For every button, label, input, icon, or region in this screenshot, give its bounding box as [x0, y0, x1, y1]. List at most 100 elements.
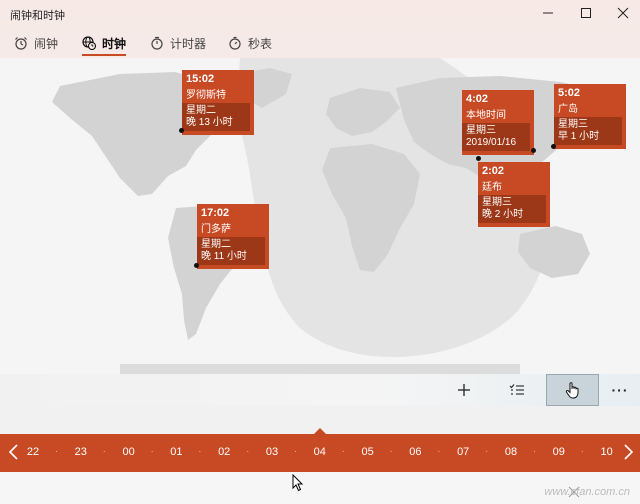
timeline-separator: ·	[294, 446, 297, 456]
timeline-hour[interactable]: 22	[21, 446, 45, 458]
clock-time: 15:02	[186, 73, 215, 85]
select-button[interactable]	[497, 374, 537, 406]
command-bar: ···	[0, 374, 640, 406]
close-icon	[617, 7, 629, 19]
location-dot	[551, 144, 556, 149]
clock-city: 廷布	[482, 182, 502, 193]
clock-day: 星期三	[558, 119, 588, 130]
timeline-hour[interactable]: 05	[356, 446, 380, 458]
window-title: 闹钟和时钟	[10, 10, 65, 22]
clock-time: 17:02	[201, 207, 230, 219]
chevron-left-icon[interactable]	[6, 442, 22, 462]
clock-city: 本地时间	[466, 110, 506, 121]
watermark: www.cfan.com.cn	[544, 486, 630, 498]
timeline-separator: ·	[55, 446, 58, 456]
clock-offset: 晚 11 小时	[201, 251, 247, 262]
clock-detail: 星期三 2019/01/16	[462, 123, 530, 151]
timeline-separator: ·	[389, 446, 393, 456]
clock-city: 罗彻斯特	[186, 90, 226, 101]
timeline-hour[interactable]: 06	[403, 446, 427, 458]
clock-day: 星期三	[482, 197, 512, 208]
plus-icon	[458, 384, 470, 396]
clock-detail: 星期三 晚 2 小时	[478, 195, 546, 223]
timeline-hour[interactable]: 08	[499, 446, 523, 458]
clock-city: 广岛	[558, 104, 578, 115]
timer-icon	[151, 36, 163, 50]
clock-offset: 晚 2 小时	[482, 209, 524, 220]
alarm-clock-icon	[15, 37, 27, 50]
clock-detail: 星期二 晚 13 小时	[182, 103, 250, 131]
mouse-cursor-icon	[292, 474, 304, 492]
tab-world-clock-label: 时钟	[102, 36, 127, 51]
minimize-button[interactable]	[528, 0, 568, 26]
clock-offset: 2019/01/16	[466, 137, 517, 148]
clock-offset: 早 1 小时	[558, 131, 600, 142]
minimize-icon	[543, 12, 553, 14]
tab-timer-label: 计时器	[170, 36, 207, 51]
timeline-separator: ·	[485, 446, 489, 456]
more-button[interactable]: ···	[600, 374, 640, 406]
tab-bar: 闹钟 时钟 计时器 秒表	[0, 28, 640, 58]
stopwatch-icon	[229, 36, 241, 50]
antarctica	[120, 364, 520, 374]
clock-day: 星期二	[186, 105, 216, 116]
tab-alarm[interactable]: 闹钟	[14, 28, 58, 58]
timeline-separator: ·	[102, 446, 106, 456]
location-dot	[476, 156, 481, 161]
app-window: 闹钟和时钟 闹钟 时钟 计时器 秒表 15:02 罗彻斯特 星期二 晚 13 小…	[0, 0, 640, 504]
timeline-hour[interactable]: 00	[117, 446, 141, 458]
timeline-hour[interactable]: 01	[164, 446, 188, 458]
timeline-hour[interactable]: 10	[595, 446, 619, 458]
clock-detail: 星期二 晚 11 小时	[197, 237, 265, 265]
clock-day: 星期二	[201, 239, 231, 250]
select-list-icon	[509, 384, 524, 395]
clock-card[interactable]: 4:02 本地时间 星期三 2019/01/16	[462, 90, 534, 155]
location-dot	[531, 148, 536, 153]
bottom-area: www.cfan.com.cn	[0, 472, 640, 504]
timeline-separator: ·	[198, 446, 202, 456]
more-icon: ···	[611, 382, 629, 398]
current-time-marker	[314, 428, 326, 434]
timeline-separator: ·	[341, 446, 345, 456]
clock-time: 2:02	[482, 165, 505, 177]
world-map[interactable]: 15:02 罗彻斯特 星期二 晚 13 小时 17:02 门多萨 星期二 晚 1…	[0, 58, 640, 374]
clock-detail: 星期三 早 1 小时	[554, 117, 622, 145]
tab-stopwatch-label: 秒表	[248, 36, 273, 51]
clock-day: 星期三	[466, 125, 496, 136]
active-tab-indicator	[82, 54, 127, 56]
tab-stopwatch[interactable]: 秒表	[228, 28, 272, 58]
clock-card[interactable]: 2:02 廷布 星期三 晚 2 小时	[478, 162, 550, 227]
clock-offset: 晚 13 小时	[186, 117, 233, 128]
compare-button[interactable]	[546, 374, 599, 406]
timeline-separator: ·	[437, 446, 441, 456]
timeline-separator: ·	[533, 446, 536, 456]
tab-timer[interactable]: 计时器	[150, 28, 206, 58]
globe-clock-icon	[82, 36, 96, 50]
clock-time: 5:02	[558, 87, 581, 99]
timeline-separator: ·	[150, 446, 154, 456]
add-city-button[interactable]	[444, 374, 484, 406]
location-dot	[194, 263, 199, 268]
chevron-right-icon[interactable]	[620, 442, 636, 462]
clock-city: 门多萨	[201, 224, 231, 235]
timeline-hour[interactable]: 04	[308, 446, 332, 458]
timeline-hour[interactable]: 23	[69, 446, 93, 458]
timeline-hour[interactable]: 02	[212, 446, 236, 458]
maximize-icon	[581, 8, 591, 18]
location-dot	[179, 128, 184, 133]
tab-world-clock[interactable]: 时钟	[82, 28, 127, 58]
clock-card[interactable]: 15:02 罗彻斯特 星期二 晚 13 小时	[182, 70, 254, 135]
timeline-separator: ·	[246, 446, 250, 456]
maximize-button[interactable]	[566, 0, 606, 26]
timeline-hour[interactable]: 09	[547, 446, 571, 458]
hand-pointer-icon	[565, 382, 578, 399]
close-button[interactable]	[603, 0, 640, 26]
time-scrubber[interactable]: 22 · 23 · 00 · 01 · 02 · 03 · 04 · 05 · 06 · 07 · 08 · 09 · 10	[0, 428, 640, 472]
title-bar: 闹钟和时钟	[0, 0, 640, 26]
tab-alarm-label: 闹钟	[34, 36, 59, 51]
clock-card[interactable]: 17:02 门多萨 星期二 晚 11 小时	[197, 204, 269, 269]
clock-card[interactable]: 5:02 广岛 星期三 早 1 小时	[554, 84, 626, 149]
timeline-hour[interactable]: 07	[451, 446, 475, 458]
timeline-hour[interactable]: 03	[260, 446, 284, 458]
timeline-separator: ·	[580, 446, 584, 456]
